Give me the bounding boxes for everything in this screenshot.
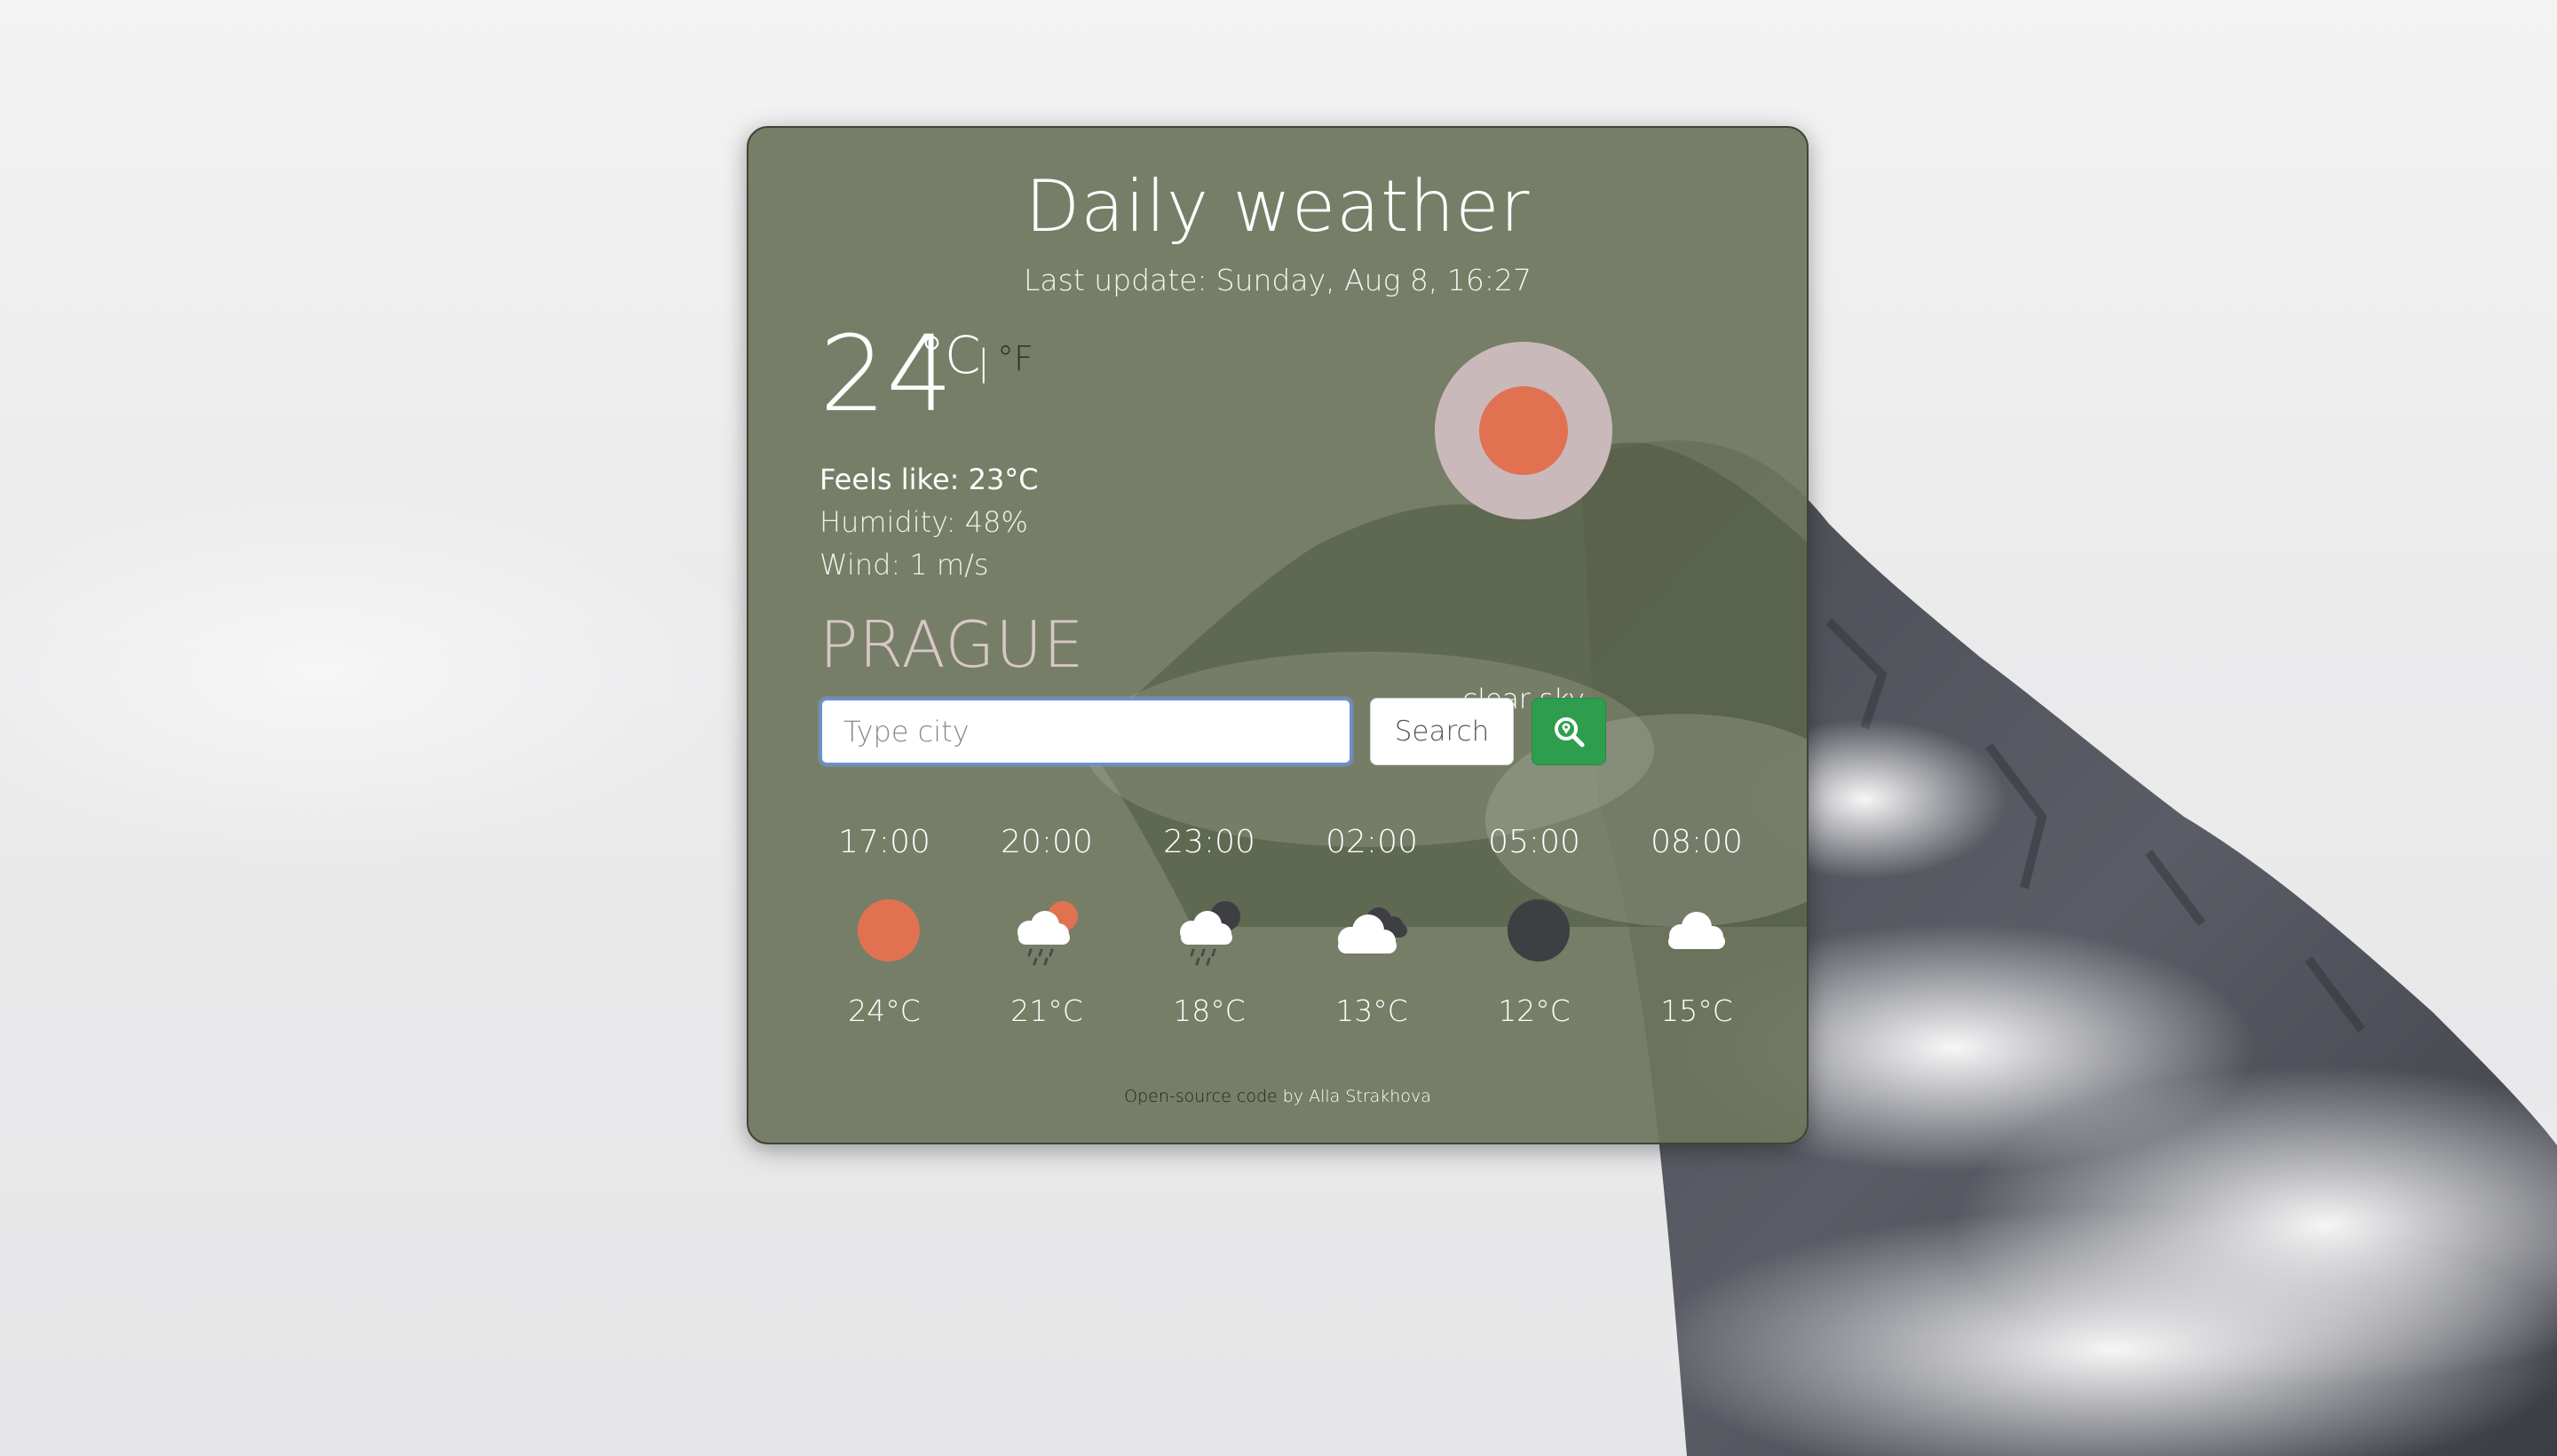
search-button[interactable]: Search [1370, 698, 1514, 765]
city-name: PRAGUE [819, 607, 1085, 682]
forecast-temperature: 12°C [1498, 993, 1571, 1028]
clouds-icon [1338, 907, 1407, 954]
forecast-item: 20:00 21°C [982, 820, 1112, 1033]
forecast-item: 23:00 18°C [1144, 820, 1274, 1033]
feels-like: Feels like: 23°C [819, 463, 1039, 496]
rain-sun-icon [1017, 901, 1078, 966]
sun-icon [858, 899, 920, 961]
current-location-button[interactable] [1532, 698, 1606, 765]
celsius-unit-link[interactable]: °C [919, 325, 981, 385]
app-title: Daily weather [1025, 165, 1531, 248]
fahrenheit-unit-link[interactable]: °F [997, 339, 1033, 378]
moon-icon [1508, 899, 1570, 961]
forecast-time: 20:00 [1001, 824, 1093, 860]
forecast-time: 02:00 [1326, 824, 1418, 860]
forecast-item: 02:00 13°C [1307, 820, 1437, 1033]
sun-icon [1435, 342, 1612, 519]
last-update-label: Last update: [1024, 263, 1207, 297]
forecast-temperature: 13°C [1335, 993, 1408, 1028]
forecast-time: 05:00 [1488, 824, 1580, 860]
forecast-temperature: 24°C [848, 993, 921, 1028]
humidity: Humidity: 48% [819, 505, 1028, 539]
footer: Open-source code by Alla Strakhova [748, 1087, 1807, 1106]
rain-night-icon [1180, 901, 1240, 966]
weather-details: Feels like: 23°C Humidity: 48% Wind: 1 m… [819, 458, 1039, 586]
forecast-temperature: 18°C [1173, 993, 1246, 1028]
forecast-item: 17:00 24°C [819, 820, 949, 1033]
wind: Wind: 1 m/s [819, 548, 989, 582]
weather-card: Daily weather Last update: Sunday, Aug 8,… [747, 126, 1809, 1144]
forecast-row: 17:00 24°C 20:00 21°C 23:00 18°C 02:00 1… [819, 820, 1794, 1069]
forecast-temperature: 21°C [1010, 993, 1083, 1028]
forecast-item: 05:00 12°C [1469, 820, 1599, 1033]
city-search-input[interactable] [819, 698, 1352, 765]
author-credit: by Alla Strakhova [1282, 1087, 1431, 1106]
forecast-time: 08:00 [1651, 824, 1743, 860]
forecast-time: 23:00 [1163, 824, 1255, 860]
forecast-time: 17:00 [838, 824, 930, 860]
search-location-icon [1555, 717, 1585, 748]
source-code-link[interactable]: Open-source code [1124, 1087, 1278, 1106]
last-update-value: Sunday, Aug 8, 16:27 [1215, 263, 1532, 297]
unit-separator: | [978, 343, 990, 384]
last-update: Last update: Sunday, Aug 8, 16:27 [748, 263, 1807, 297]
forecast-temperature: 15°C [1660, 993, 1733, 1028]
cloud-icon [1668, 912, 1725, 949]
forecast-item: 08:00 15°C [1632, 820, 1761, 1033]
